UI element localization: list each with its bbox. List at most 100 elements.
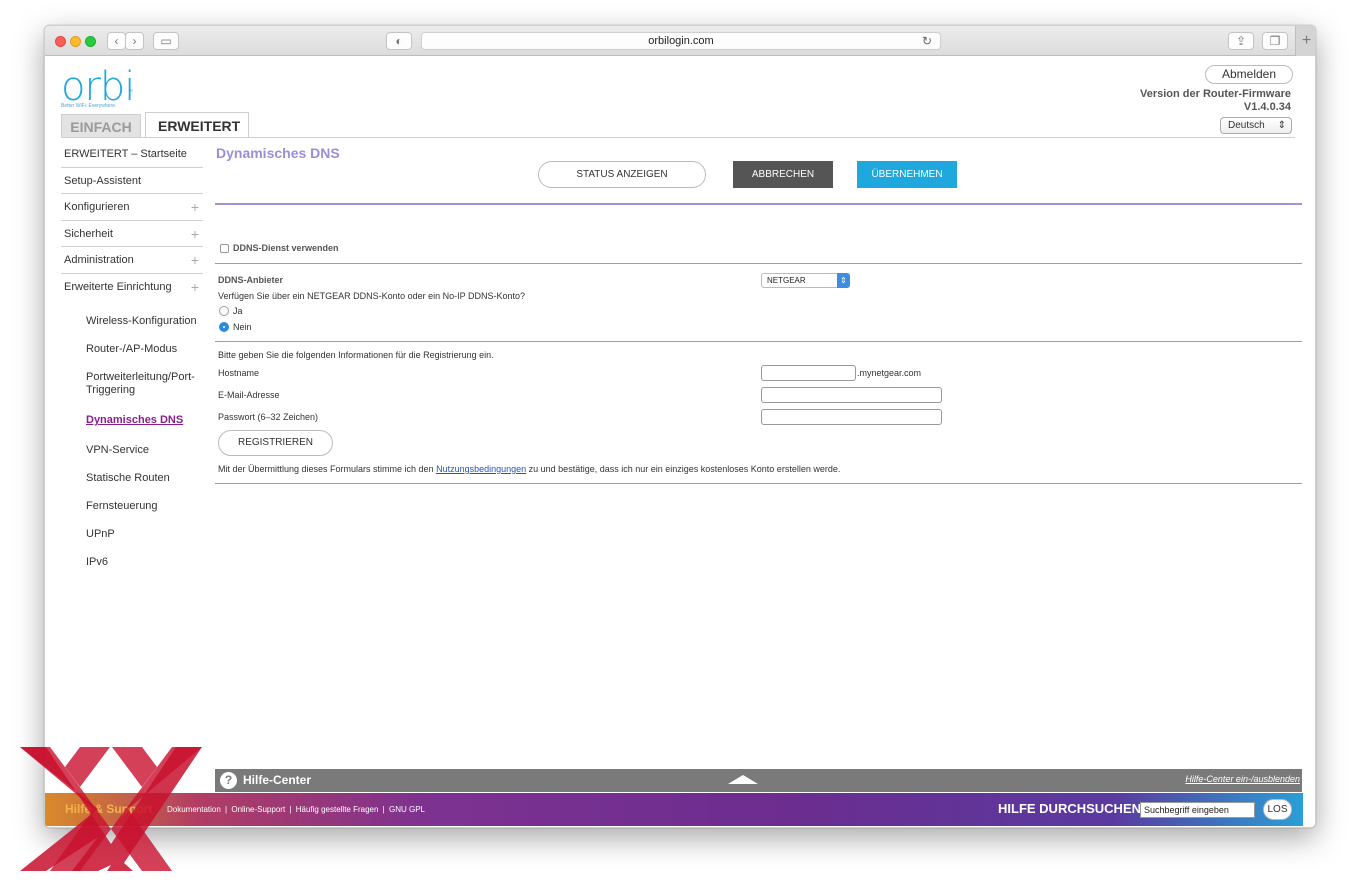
sidebar-toggle-icon[interactable]: ▭ [153, 32, 179, 50]
sidebar-item-configure[interactable]: Konfigurieren + [61, 194, 203, 221]
page-title: Dynamisches DNS [216, 145, 340, 161]
sidebar-item-label: Administration [64, 254, 134, 266]
sidebar-sub-vpn[interactable]: VPN-Service [61, 444, 203, 457]
footer-separator: | [382, 805, 385, 814]
account-question: Verfügen Sie über ein NETGEAR DDNS-Konto… [218, 291, 525, 301]
language-select[interactable]: Deutsch ⇕ [1220, 117, 1292, 134]
help-center-bar: ? Hilfe-Center Hilfe-Center ein-/ausblen… [215, 769, 1302, 792]
terms-text: Mit der Übermittlung dieses Formulars st… [218, 464, 840, 474]
help-search-input[interactable]: Suchbegriff eingeben [1140, 802, 1255, 818]
expand-plus-icon[interactable]: + [191, 274, 199, 300]
sidebar-sub-wireless[interactable]: Wireless-Konfiguration [61, 315, 203, 328]
sidebar-item-setup-wizard[interactable]: Setup-Assistent [61, 168, 203, 194]
register-intro: Bitte geben Sie die folgenden Informatio… [218, 350, 494, 360]
sidebar-sub-remote-management[interactable]: Fernsteuerung [61, 500, 203, 513]
sidebar-sub-ipv6[interactable]: IPv6 [61, 556, 203, 569]
hostname-label: Hostname [218, 368, 260, 378]
firmware-version: V1.4.0.34 [1243, 101, 1291, 113]
sidebar-item-advanced-setup[interactable]: Erweiterte Einrichtung + [61, 274, 203, 301]
sidebar-item-administration[interactable]: Administration + [61, 247, 203, 274]
apply-button[interactable]: ÜBERNEHMEN [857, 161, 957, 188]
screenshot-stage: { "browser": { "url": "orbilogin.com" },… [0, 0, 1360, 890]
sidebar-sub-router-ap-mode[interactable]: Router-/AP-Modus [61, 343, 203, 356]
expand-plus-icon[interactable]: + [191, 221, 199, 247]
hostname-input[interactable] [761, 365, 856, 381]
terms-link[interactable]: Nutzungsbedingungen [436, 464, 526, 474]
help-center-title: Hilfe-Center [243, 773, 312, 787]
zoom-window-button[interactable] [85, 36, 96, 47]
cancel-button[interactable]: ABBRECHEN [733, 161, 833, 188]
close-window-button[interactable] [55, 36, 66, 47]
provider-label: DDNS-Anbieter [218, 275, 284, 285]
logo-tagline: Better WiFi. Everywhere. [61, 103, 117, 109]
email-input[interactable] [761, 387, 942, 403]
radio-yes[interactable] [219, 306, 229, 316]
help-center-toggle-link[interactable]: Hilfe-Center ein-/ausblenden [1185, 774, 1300, 784]
sidebar-item-label: Sicherheit [64, 227, 113, 240]
terms-suffix: zu und bestätige, dass ich nur ein einzi… [526, 464, 841, 474]
section-divider [215, 341, 1302, 342]
sidebar-item-label: Konfigurieren [64, 201, 130, 213]
select-arrows-icon: ⇕ [837, 273, 850, 288]
firmware-label: Version der Router-Firmware [1140, 88, 1291, 100]
radio-no-label: Nein [233, 322, 252, 332]
footer-bar: Hilfe & Support Dokumentation | Online-S… [45, 793, 1303, 826]
provider-value: NETGEAR [767, 276, 806, 285]
sidebar-item-advanced-home[interactable]: ERWEITERT – Startseite [61, 141, 203, 168]
logout-button[interactable]: Abmelden [1205, 65, 1293, 84]
help-search-title: HILFE DURCHSUCHEN [998, 801, 1141, 816]
header-divider [61, 137, 1295, 138]
select-arrows-icon: ⇕ [1277, 120, 1286, 131]
radio-yes-label: Ja [233, 306, 243, 316]
footer-link-online-support[interactable]: Online-Support [231, 805, 285, 814]
email-label: E-Mail-Adresse [218, 390, 280, 400]
footer-separator: | [225, 805, 228, 814]
minimize-window-button[interactable] [70, 36, 81, 47]
terms-prefix: Mit der Übermittlung dieses Formulars st… [218, 464, 437, 474]
hostname-suffix: .mynetgear.com [857, 368, 922, 378]
show-status-button[interactable]: STATUS ANZEIGEN [538, 161, 706, 188]
sidebar-item-security[interactable]: Sicherheit + [61, 221, 203, 247]
back-icon[interactable]: ‹ [107, 32, 126, 50]
sidebar-item-label: ERWEITERT – Startseite [64, 148, 187, 160]
sidebar-item-label: Erweiterte Einrichtung [64, 280, 172, 293]
use-ddns-label: DDNS-Dienst verwenden [233, 243, 339, 253]
address-bar[interactable]: orbilogin.com ↻ [421, 32, 941, 50]
share-icon[interactable]: ⇪ [1228, 32, 1254, 50]
browser-window: ‹ › ▭ ◐ orbilogin.com ↻ ⇪ ❐ + orbi ™ Bet… [44, 25, 1316, 828]
sidebar-sub-dynamic-dns[interactable]: Dynamisches DNS [61, 414, 203, 427]
reader-icon[interactable]: ◐ [386, 32, 412, 50]
footer-link-faq[interactable]: Häufig gestellte Fragen [296, 805, 379, 814]
firmware-info: Version der Router-Firmware V1.4.0.34 [1140, 88, 1291, 114]
register-button[interactable]: REGISTRIEREN [218, 430, 333, 456]
help-icon: ? [220, 772, 237, 789]
password-input[interactable] [761, 409, 942, 425]
sidebar: ERWEITERT – Startseite Setup-Assistent K… [61, 141, 203, 569]
forward-icon[interactable]: › [125, 32, 144, 50]
red-xx-watermark [20, 747, 202, 871]
radio-no[interactable] [219, 322, 229, 332]
use-ddns-checkbox[interactable] [220, 244, 229, 253]
tab-basic[interactable]: EINFACH [61, 114, 141, 138]
reload-icon[interactable]: ↻ [922, 33, 932, 49]
footer-links: Dokumentation | Online-Support | Häufig … [167, 805, 427, 814]
sidebar-sub-upnp[interactable]: UPnP [61, 528, 203, 541]
section-divider [215, 483, 1302, 484]
tabs-icon[interactable]: ❐ [1262, 32, 1288, 50]
password-label: Passwort (6–32 Zeichen) [218, 412, 319, 422]
sidebar-sub-port-forwarding[interactable]: Portweiterleitung/Port-Triggering [61, 371, 201, 397]
help-search-go-button[interactable]: LOS [1263, 799, 1292, 820]
new-tab-button[interactable]: + [1295, 26, 1315, 56]
collapse-arrow-icon[interactable] [728, 775, 758, 784]
section-divider [215, 203, 1302, 205]
expand-plus-icon[interactable]: + [191, 247, 199, 273]
expand-plus-icon[interactable]: + [191, 194, 199, 220]
url-text: orbilogin.com [648, 35, 714, 47]
sidebar-sub-static-routes[interactable]: Statische Routen [61, 472, 203, 485]
logo-trademark: ™ [128, 89, 133, 95]
browser-titlebar: ‹ › ▭ ◐ orbilogin.com ↻ ⇪ ❐ + [45, 26, 1315, 56]
provider-select[interactable]: NETGEAR ⇕ [761, 273, 850, 288]
footer-link-gpl[interactable]: GNU GPL [389, 805, 425, 814]
tab-advanced[interactable]: ERWEITERT [145, 112, 249, 138]
section-divider [215, 263, 1302, 264]
